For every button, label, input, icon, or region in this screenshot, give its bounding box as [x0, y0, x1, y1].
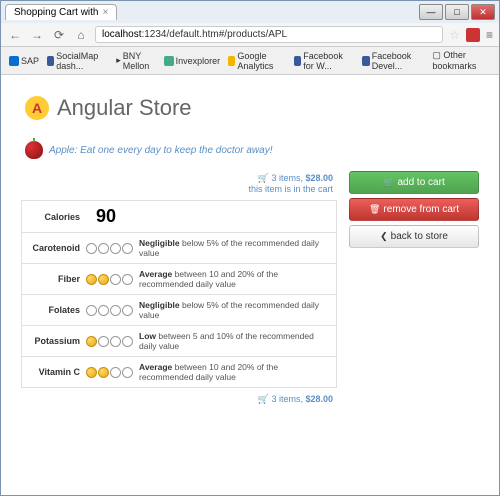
dot-icon [122, 305, 133, 316]
back-icon[interactable]: ← [7, 27, 23, 43]
product-tagline: Apple: Eat one every day to keep the doc… [49, 145, 272, 156]
chevron-left-icon: ❮ [380, 231, 388, 241]
calories-value: 90 [86, 206, 116, 227]
back-to-store-button[interactable]: ❮back to store [349, 225, 479, 248]
minimize-button[interactable]: — [419, 4, 443, 20]
dot-icon [86, 336, 97, 347]
cart-summary-top: 🛒 3 items, $28.00 this item is in the ca… [21, 171, 337, 200]
tab-close-icon[interactable]: × [103, 7, 109, 18]
dot-icon [110, 274, 121, 285]
bookmark-item[interactable]: Google Analytics [228, 51, 286, 71]
rating-dots [86, 243, 133, 254]
page-title: Angular Store [57, 95, 192, 121]
dot-icon [98, 305, 109, 316]
nutrition-row: Potassium Low between 5 and 10% of the re… [22, 326, 336, 357]
home-icon[interactable]: ⌂ [73, 27, 89, 43]
favicon-icon [9, 56, 19, 66]
favicon-icon [164, 56, 174, 66]
nutrient-desc: Average between 10 and 20% of the recomm… [139, 362, 330, 382]
favicon-icon [294, 56, 301, 66]
bookmark-item[interactable]: Invexplorer [164, 56, 221, 66]
other-bookmarks[interactable]: ▢ Other bookmarks [432, 50, 491, 71]
bookmark-item[interactable]: Facebook for W... [294, 51, 354, 71]
rating-dots [86, 336, 133, 347]
dot-icon [110, 336, 121, 347]
dot-icon [86, 274, 97, 285]
dot-icon [86, 243, 97, 254]
dot-icon [110, 305, 121, 316]
nutrition-row: Carotenoid Negligible below 5% of the rec… [22, 233, 336, 264]
nutrient-desc: Negligible below 5% of the recommended d… [139, 238, 330, 258]
bookmark-item[interactable]: Facebook Devel... [362, 51, 424, 71]
favicon-icon [47, 56, 54, 66]
dot-icon [98, 243, 109, 254]
nutrient-label: Potassium [28, 336, 86, 346]
bookmark-item[interactable]: ▸ BNY Mellon [116, 51, 155, 71]
browser-tab[interactable]: Shopping Cart with × [5, 4, 117, 20]
bookmark-star-icon[interactable]: ☆ [449, 28, 460, 42]
forward-icon[interactable]: → [29, 27, 45, 43]
nutrition-row: Vitamin C Average between 10 and 20% of t… [22, 357, 336, 387]
dot-icon [122, 367, 133, 378]
favicon-icon [228, 56, 235, 66]
nutrition-row: Folates Negligible below 5% of the recomm… [22, 295, 336, 326]
nutrient-label: Carotenoid [28, 243, 86, 253]
cart-icon: 🛒 [383, 177, 394, 187]
menu-icon[interactable]: ≡ [486, 28, 493, 42]
nutrient-label: Fiber [28, 274, 86, 284]
nutrition-row: Fiber Average between 10 and 20% of the r… [22, 264, 336, 295]
store-logo-icon [25, 96, 49, 120]
nutrient-desc: Average between 10 and 20% of the recomm… [139, 269, 330, 289]
nutrient-label: Vitamin C [28, 367, 86, 377]
tab-title: Shopping Cart with [14, 7, 99, 18]
rating-dots [86, 305, 133, 316]
dot-icon [122, 336, 133, 347]
maximize-button[interactable]: □ [445, 4, 469, 20]
dot-icon [122, 243, 133, 254]
calories-label: Calories [28, 212, 86, 222]
bookmarks-bar: SAP SocialMap dash... ▸ BNY Mellon Invex… [1, 47, 499, 75]
dot-icon [98, 367, 109, 378]
remove-from-cart-button[interactable]: 🗑remove from cart [349, 198, 479, 221]
dot-icon [98, 274, 109, 285]
reload-icon[interactable]: ⟳ [51, 27, 67, 43]
window-close-button[interactable]: ✕ [471, 4, 495, 20]
rating-dots [86, 367, 133, 378]
dot-icon [98, 336, 109, 347]
add-to-cart-button[interactable]: 🛒add to cart [349, 171, 479, 194]
url-bar[interactable]: localhost:1234/default.htm#/products/APL [95, 26, 443, 43]
nutrition-table: Calories 90 Carotenoid Negligible below 5… [21, 200, 337, 388]
product-image-icon [25, 141, 43, 159]
nutrient-label: Folates [28, 305, 86, 315]
extension-icon[interactable] [466, 28, 480, 42]
favicon-icon [362, 56, 369, 66]
dot-icon [86, 367, 97, 378]
bookmark-item[interactable]: SAP [9, 56, 39, 66]
nutrient-desc: Negligible below 5% of the recommended d… [139, 300, 330, 320]
cart-icon: 🛒 [258, 394, 269, 404]
dot-icon [122, 274, 133, 285]
dot-icon [110, 243, 121, 254]
dot-icon [86, 305, 97, 316]
nutrient-desc: Low between 5 and 10% of the recommended… [139, 331, 330, 351]
dot-icon [110, 367, 121, 378]
trash-icon: 🗑 [369, 204, 380, 214]
cart-icon: 🛒 [258, 173, 269, 183]
cart-summary-bottom: 🛒 3 items, $28.00 [21, 388, 337, 411]
bookmark-item[interactable]: SocialMap dash... [47, 51, 108, 71]
rating-dots [86, 274, 133, 285]
